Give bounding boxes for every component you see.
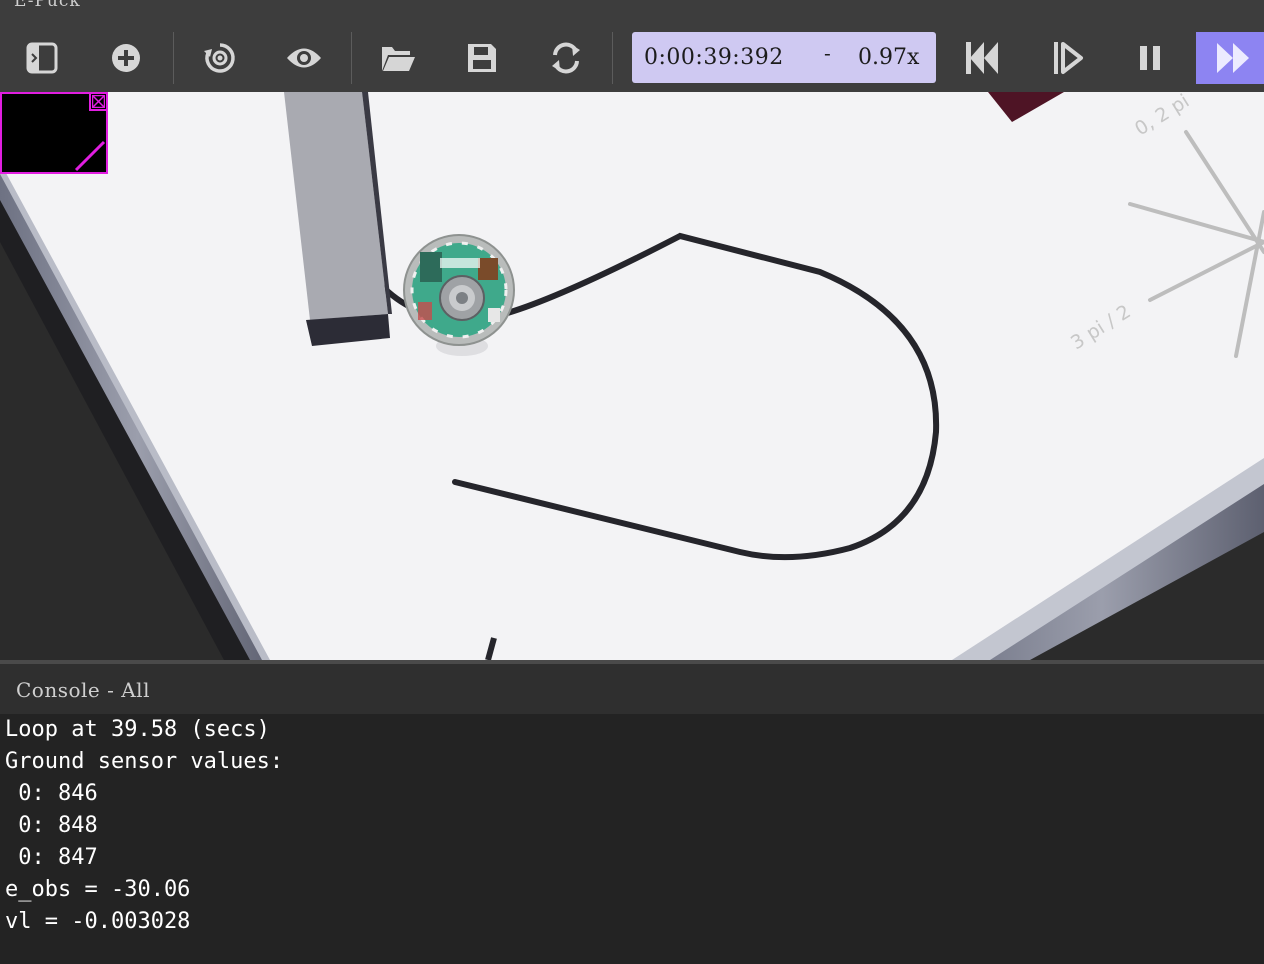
3d-view[interactable]: 0, 2 pi 3 pi / 2 [0,92,1264,660]
eye-icon [287,48,321,68]
simulation-time: 0:00:39:392 [644,45,784,70]
close-icon [92,95,105,108]
console-line: 0: 848 [5,813,98,838]
reset-simulation-button[interactable] [956,34,1008,82]
view-options-button[interactable] [278,34,330,82]
console-title: Console - All [16,678,150,702]
simulation-speed: 0.97x [858,45,920,70]
fast-forward-icon [1217,43,1249,73]
window-title: E-Puck [14,0,81,11]
toggle-scene-tree-button[interactable] [16,34,68,82]
skip-back-icon [966,42,998,74]
console-line: 0: 846 [5,781,98,806]
save-icon [468,44,496,72]
toolbar: 0:00:39:392 - 0.97x [0,24,1264,92]
pause-icon [1140,46,1160,70]
open-world-button[interactable] [372,34,424,82]
console-line: vl = -0.003028 [5,909,191,934]
console-line: Loop at 39.58 (secs) [5,717,270,742]
console-output[interactable]: Loop at 39.58 (secs) Ground sensor value… [0,714,1264,964]
console-line: e_obs = -30.06 [5,877,191,902]
save-world-button[interactable] [456,34,508,82]
sidebar-toggle-icon [26,42,58,74]
scene-render[interactable]: 0, 2 pi 3 pi / 2 [0,92,1264,660]
reload-world-button[interactable] [540,34,592,82]
fast-forward-button[interactable] [1196,32,1264,84]
title-bar: E-Puck [0,0,1264,24]
rotate-view-icon [204,43,235,73]
toolbar-separator [351,32,352,84]
camera-overlay[interactable] [0,92,108,174]
time-separator: - [824,41,831,65]
overlay-resize-handle[interactable] [74,140,106,172]
step-button[interactable] [1042,34,1094,82]
console-header: Console - All [0,664,1264,714]
toolbar-separator [612,32,613,84]
overlay-close-button[interactable] [89,94,106,111]
pause-button[interactable] [1124,34,1176,82]
reset-view-button[interactable] [194,34,246,82]
folder-open-icon [382,47,415,71]
add-circle-icon [112,44,140,72]
add-node-button[interactable] [100,34,152,82]
simulation-time-display: 0:00:39:392 - 0.97x [632,32,936,83]
toolbar-separator [173,32,174,84]
console-line: 0: 847 [5,845,98,870]
step-icon [1054,42,1083,74]
reload-icon [552,42,580,74]
console-line: Ground sensor values: [5,749,284,774]
